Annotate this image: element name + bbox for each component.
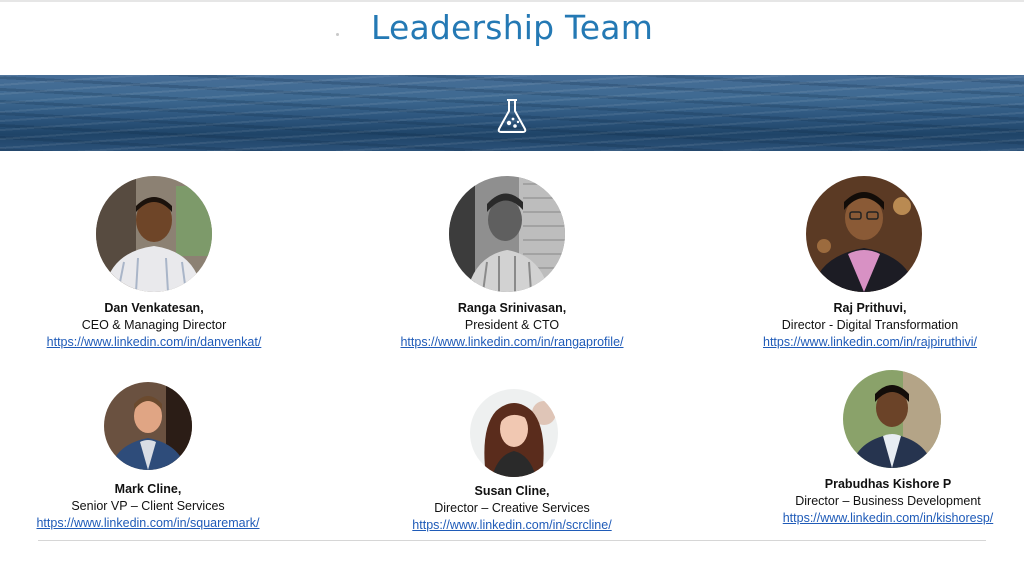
linkedin-link[interactable]: https://www.linkedin.com/in/scrcline/ xyxy=(332,517,692,534)
avatar-mark-cline xyxy=(104,382,192,470)
member-name: Mark Cline, xyxy=(114,482,182,496)
linkedin-link[interactable]: https://www.linkedin.com/in/kishoresp/ xyxy=(708,510,1024,527)
avatar-susan-cline xyxy=(470,389,558,477)
team-member-ranga-srinivasan: Ranga Srinivasan, President & CTO https:… xyxy=(332,300,692,351)
linkedin-link[interactable]: https://www.linkedin.com/in/rangaprofile… xyxy=(332,334,692,351)
member-name: Prabudhas Kishore P xyxy=(824,477,952,491)
member-role: CEO & Managing Director xyxy=(81,318,227,332)
avatar-prabudhas-kishore xyxy=(843,370,941,468)
member-name: Dan Venkatesan, xyxy=(104,301,204,315)
member-role: President & CTO xyxy=(464,318,560,332)
top-divider xyxy=(0,0,1024,2)
member-role: Director – Creative Services xyxy=(434,501,590,515)
linkedin-link[interactable]: https://www.linkedin.com/in/danvenkat/ xyxy=(0,334,334,351)
team-member-raj-prithuvi: Raj Prithuvi, Director - Digital Transfo… xyxy=(690,300,1024,351)
member-name: Raj Prithuvi, xyxy=(833,301,907,315)
team-member-dan-venkatesan: Dan Venkatesan, CEO & Managing Director … xyxy=(0,300,334,351)
member-name: Ranga Srinivasan, xyxy=(457,301,567,315)
member-role: Director - Digital Transformation xyxy=(781,318,959,332)
team-member-susan-cline: Susan Cline, Director – Creative Service… xyxy=(332,483,692,534)
avatar-ranga-srinivasan xyxy=(449,176,565,292)
member-role: Director – Business Development xyxy=(795,494,981,508)
avatar-raj-prithuvi xyxy=(806,176,922,292)
avatar-dan-venkatesan xyxy=(96,176,212,292)
member-name: Susan Cline, xyxy=(474,484,550,498)
bottom-divider xyxy=(38,540,986,541)
linkedin-link[interactable]: https://www.linkedin.com/in/rajpiruthivi… xyxy=(690,334,1024,351)
page-title: Leadership Team xyxy=(370,8,654,47)
flask-icon xyxy=(497,99,527,133)
linkedin-link[interactable]: https://www.linkedin.com/in/squaremark/ xyxy=(0,515,328,532)
team-member-mark-cline: Mark Cline, Senior VP – Client Services … xyxy=(0,481,328,532)
member-role: Senior VP – Client Services xyxy=(71,499,225,513)
team-member-prabudhas-kishore: Prabudhas Kishore P Director – Business … xyxy=(708,476,1024,527)
